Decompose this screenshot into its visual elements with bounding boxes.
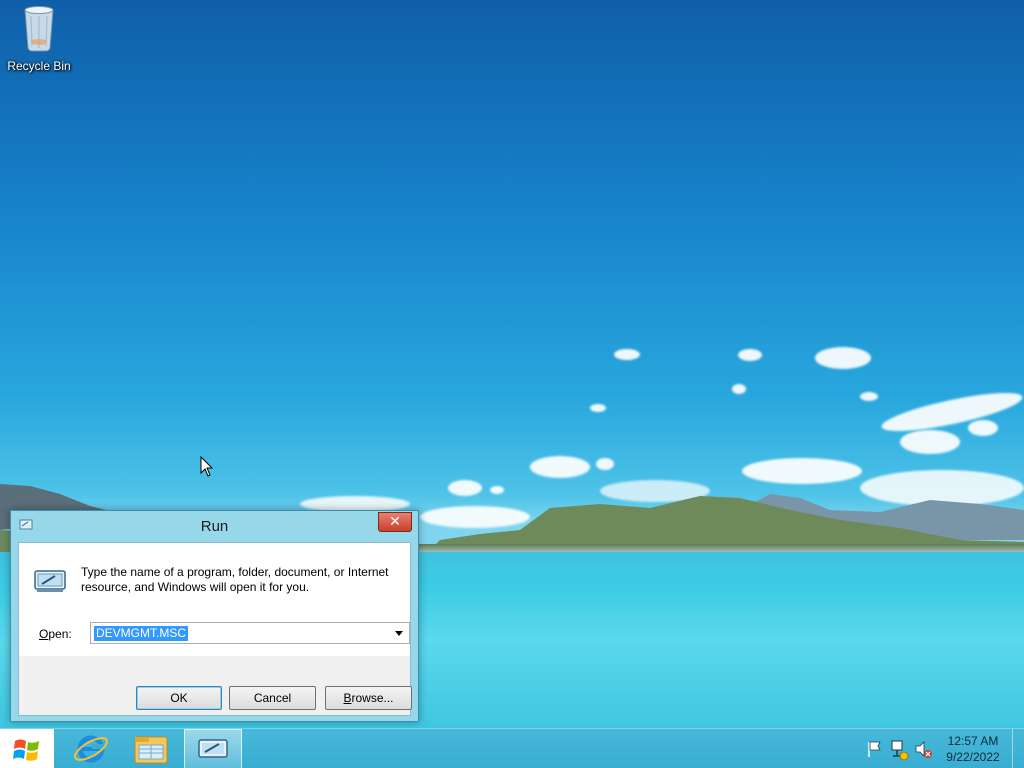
open-label: Open: [39,627,72,641]
show-desktop-button[interactable] [1012,729,1024,768]
run-dialog: Run ✕ Type the name of a program, folder… [10,510,419,722]
taskbar-clock[interactable]: 12:57 AM 9/22/2022 [940,733,1006,765]
recycle-bin-icon [24,6,54,52]
wallpaper-cloud [732,384,746,394]
wallpaper-cloud [879,385,1024,439]
cancel-button[interactable]: Cancel [229,686,316,710]
network-icon[interactable] [888,729,910,768]
close-button[interactable]: ✕ [378,512,412,532]
mouse-cursor-icon [200,456,214,477]
wallpaper-cloud [596,458,614,470]
wallpaper-cloud [815,347,871,369]
wallpaper-cloud [614,349,640,360]
open-combobox[interactable]: DEVMGMT.MSC [90,622,410,644]
chevron-down-icon[interactable] [391,625,407,641]
action-center-flag-icon[interactable] [864,729,886,768]
clock-time: 12:57 AM [947,734,999,748]
taskbar-app-run[interactable] [184,729,242,768]
start-button[interactable] [0,729,54,768]
browse-accelerator: B [343,691,352,705]
run-dialog-content: Type the name of a program, folder, docu… [19,543,410,656]
wallpaper-cloud [968,420,998,436]
open-label-text: pen: [48,627,72,641]
run-icon [198,739,228,758]
run-dialog-description: Type the name of a program, folder, docu… [81,565,389,594]
run-dialog-title: Run [200,518,229,535]
clock-date: 9/22/2022 [946,750,1000,764]
desktop-icon-recycle-bin[interactable]: Recycle Bin [4,4,74,76]
run-dialog-titlebar[interactable]: Run ✕ [11,511,418,541]
volume-muted-icon[interactable] [912,729,934,768]
taskbar-app-file-explorer[interactable] [122,729,180,768]
internet-explorer-icon [74,735,108,763]
taskbar-app-internet-explorer[interactable] [62,729,120,768]
ok-button[interactable]: OK [136,686,222,710]
run-program-icon [34,570,66,592]
wallpaper-cloud [590,404,606,412]
wallpaper-cloud [738,349,762,361]
open-input-value[interactable]: DEVMGMT.MSC [94,626,188,641]
file-explorer-icon [134,736,168,764]
browse-button[interactable]: Browse... [325,686,412,710]
wallpaper-cloud [860,392,878,401]
wallpaper-shoreline [380,544,1024,552]
taskbar: 12:57 AM 9/22/2022 [0,728,1024,768]
close-icon: ✕ [389,514,401,530]
run-dialog-body: Type the name of a program, folder, docu… [18,542,412,716]
browse-label: rowse... [351,691,394,705]
recycle-bin-label: Recycle Bin [7,59,71,73]
windows-logo-icon [13,739,39,761]
wallpaper-cloud [900,430,960,454]
open-label-accelerator: O [39,627,49,641]
